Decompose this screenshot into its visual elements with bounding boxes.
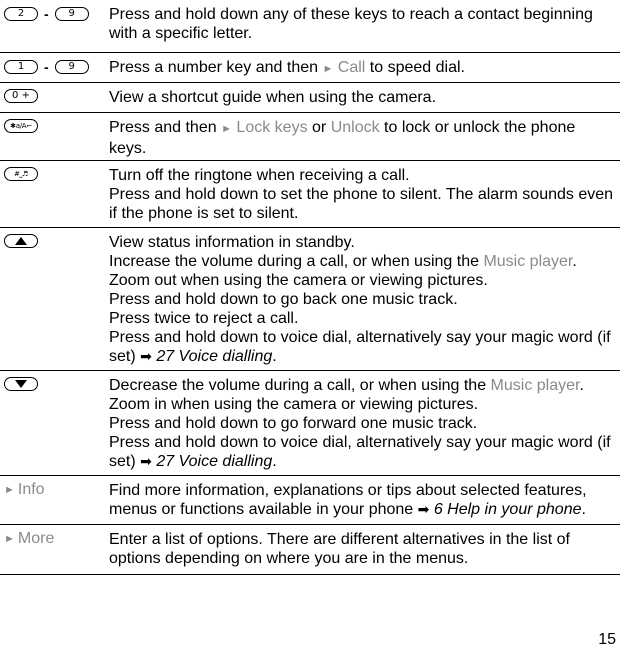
description-text: Zoom out when using the camera or viewin… [109, 272, 488, 289]
down-triangle-icon [15, 380, 27, 388]
menu-arrow-icon: ► [4, 533, 15, 545]
page-reference-link[interactable]: 6 Help in your phone [434, 501, 582, 518]
star-key-icon: ✱a/A⌐ [4, 119, 38, 133]
description-text: Turn off the ringtone when receiving a c… [109, 167, 410, 184]
description-text: . [581, 501, 586, 518]
description-text: or [307, 119, 331, 136]
key-function-table: 2 - 9 Press and hold down any of these k… [0, 0, 620, 575]
description-text: to speed dial. [365, 59, 465, 76]
key-volume-up [4, 234, 104, 248]
description-text: Press and hold down any of these keys to… [109, 6, 593, 42]
up-triangle-icon [15, 237, 27, 245]
table-row: 0 + View a shortcut guide when using the… [0, 83, 620, 113]
description-text: Press a number key and then [109, 59, 323, 76]
hash-key-icon: #⎵♬ [4, 167, 38, 181]
row-description: Decrease the volume during a call, or wh… [109, 371, 620, 476]
key-range-1-9: 1 - 9 [4, 59, 104, 75]
table-row: ► Info Find more information, explanatio… [0, 476, 620, 525]
table-row: 1 - 9 Press a number key and then ► Call… [0, 53, 620, 83]
description-line: Decrease the volume during a call, or wh… [109, 376, 616, 395]
description-text: . [272, 348, 277, 365]
row-description: View status information in standby. Incr… [109, 228, 620, 371]
table-row: Decrease the volume during a call, or wh… [0, 371, 620, 476]
row-description: Find more information, explanations or t… [109, 476, 620, 524]
row-description: View a shortcut guide when using the cam… [109, 83, 620, 112]
range-separator: - [44, 59, 49, 75]
key-2-icon: 2 [4, 7, 38, 21]
table-row: 2 - 9 Press and hold down any of these k… [0, 0, 620, 53]
page-number: 15 [598, 631, 616, 648]
description-text: View status information in standby. [109, 234, 355, 251]
row-description: Turn off the ringtone when receiving a c… [109, 161, 620, 228]
reference-arrow-icon: ➡ [140, 453, 152, 469]
description-text: Increase the volume during a call, or wh… [109, 253, 484, 270]
volume-up-key-icon [4, 234, 38, 248]
key-zero-plus: 0 + [4, 89, 104, 103]
softkey-label: More [17, 530, 55, 547]
reference-arrow-icon: ➡ [140, 348, 152, 364]
description-text: Press and hold down to go forward one mu… [109, 415, 478, 432]
menu-item-music-player: Music player [483, 253, 573, 270]
description-text: Enter a list of options. There are diffe… [109, 531, 570, 567]
menu-item-call: Call [337, 59, 366, 76]
description-text: Decrease the volume during a call, or wh… [109, 377, 491, 394]
description-text: Press and then [109, 119, 222, 136]
row-description: Press and then ► Lock keys or Unlock to … [109, 113, 620, 163]
page-reference-link[interactable]: 27 Voice dialling [156, 453, 272, 470]
row-description: Press a number key and then ► Call to sp… [109, 53, 620, 84]
volume-down-key-icon [4, 377, 38, 391]
description-line: Press and hold down to voice dial, alter… [109, 433, 616, 471]
description-text: Press and hold down to set the phone to … [109, 186, 614, 222]
key-hash: #⎵♬ [4, 167, 104, 181]
key-9-icon: 9 [54, 7, 89, 21]
description-line: Press and hold down to voice dial, alter… [109, 328, 616, 366]
reference-arrow-icon: ➡ [417, 501, 430, 517]
description-text: View a shortcut guide when using the cam… [109, 89, 437, 106]
range-separator: - [44, 6, 49, 22]
menu-arrow-icon: ► [4, 484, 15, 496]
key-volume-down [4, 377, 104, 391]
page-reference-link[interactable]: 27 Voice dialling [156, 348, 272, 365]
description-text: Press and hold down to go back one music… [109, 291, 458, 308]
row-description: Enter a list of options. There are diffe… [109, 525, 620, 573]
menu-item-music-player: Music player [490, 377, 580, 394]
table-row: ✱a/A⌐ Press and then ► Lock keys or Unlo… [0, 113, 620, 161]
row-description: Press and hold down any of these keys to… [109, 0, 620, 48]
key-star: ✱a/A⌐ [4, 119, 104, 133]
softkey-label: Info [17, 481, 45, 498]
menu-arrow-icon: ► [322, 63, 334, 75]
description-text: . [579, 377, 584, 394]
description-text: Zoom in when using the camera or viewing… [109, 396, 479, 413]
description-text: . [572, 253, 577, 270]
key-9-icon: 9 [54, 60, 89, 74]
menu-item-unlock: Unlock [330, 119, 380, 136]
softkey-info: ► Info [4, 481, 104, 499]
table-row: View status information in standby. Incr… [0, 228, 620, 371]
description-line: Increase the volume during a call, or wh… [109, 252, 616, 271]
key-range-2-9: 2 - 9 [4, 6, 104, 22]
description-text: . [272, 453, 277, 470]
description-text: Press twice to reject a call. [109, 310, 299, 327]
key-1-icon: 1 [4, 60, 38, 74]
menu-arrow-icon: ► [221, 123, 232, 135]
table-row: #⎵♬ Turn off the ringtone when receiving… [0, 161, 620, 228]
menu-item-lock-keys: Lock keys [236, 119, 308, 136]
table-row: ► More Enter a list of options. There ar… [0, 525, 620, 575]
zero-plus-key-icon: 0 + [4, 89, 38, 103]
softkey-more: ► More [4, 530, 104, 548]
